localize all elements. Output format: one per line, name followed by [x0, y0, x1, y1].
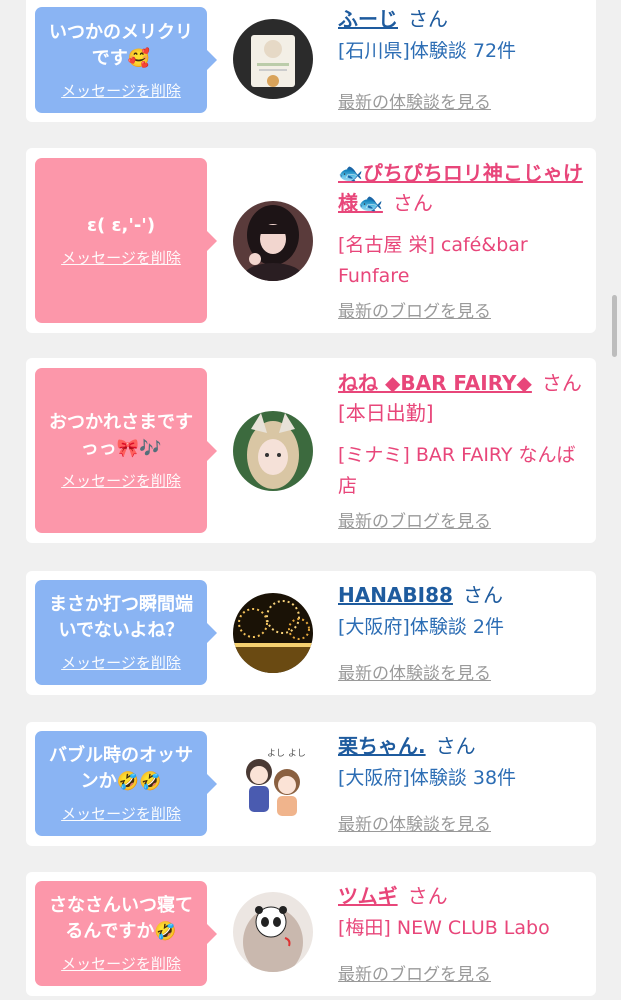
- message-card: いつかのメリクリです🥰 メッセージを削除 ふーじ さん [石川県]体験談 72件 …: [26, 0, 596, 122]
- message-text: おつかれさまですっっ🎀🎶: [49, 412, 193, 459]
- user-name-link[interactable]: 🐟ぴちぴちロリ神こじゃけ様🐟: [338, 161, 583, 215]
- status-badge: [本日出勤]: [338, 401, 434, 425]
- delete-message-link[interactable]: メッセージを削除: [61, 247, 181, 268]
- view-latest-link[interactable]: 最新の体験談を見る: [338, 810, 491, 835]
- user-detail: [石川県]体験談 72件: [338, 40, 517, 62]
- message-bubble: おつかれさまですっっ🎀🎶 メッセージを削除: [35, 368, 217, 533]
- delete-message-link[interactable]: メッセージを削除: [61, 652, 181, 673]
- message-bubble: まさか打つ瞬間端いでないよね？ メッセージを削除: [35, 580, 217, 685]
- user-info: HANABI88 さん [大阪府]体験談 2件: [338, 580, 588, 643]
- view-latest-link[interactable]: 最新のブログを見る: [338, 960, 491, 985]
- delete-message-link[interactable]: メッセージを削除: [61, 80, 181, 101]
- cartoon-couple-avatar[interactable]: よし よし: [233, 742, 313, 822]
- user-name-link[interactable]: HANABI88: [338, 583, 453, 607]
- message-card: まさか打つ瞬間端いでないよね？ メッセージを削除 HANABI88 さん [大阪府…: [26, 571, 596, 695]
- honorific: さん: [435, 734, 476, 758]
- message-text: バブル時のオッサンか🤣🤣: [49, 745, 193, 792]
- view-latest-link[interactable]: 最新の体験談を見る: [338, 88, 491, 113]
- message-card: ε( ε,'-') メッセージを削除 🐟ぴちぴちロリ神こじゃけ様🐟 さん [名古屋…: [26, 148, 596, 333]
- panda-face-avatar[interactable]: [233, 892, 313, 972]
- honorific: さん: [407, 884, 448, 908]
- view-latest-link[interactable]: 最新の体験談を見る: [338, 659, 491, 684]
- user-detail: [大阪府]体験談 38件: [338, 767, 517, 789]
- user-detail: [大阪府]体験談 2件: [338, 616, 504, 638]
- user-info: ツムギ さん [梅田] NEW CLUB Labo: [338, 881, 588, 944]
- user-name-link[interactable]: ツムギ: [338, 884, 398, 908]
- user-detail: [梅田] NEW CLUB Labo: [338, 917, 550, 939]
- avatar-caption: よし よし: [267, 748, 306, 759]
- user-detail: [ミナミ] BAR FAIRY なんば店: [338, 444, 576, 497]
- user-info: 🐟ぴちぴちロリ神こじゃけ様🐟 さん [名古屋 栄] café&bar Funfar…: [338, 158, 588, 292]
- user-info: 栗ちゃん. さん [大阪府]体験談 38件: [338, 731, 588, 794]
- message-bubble: バブル時のオッサンか🤣🤣 メッセージを削除: [35, 731, 217, 836]
- message-card: さなさんいつ寝てるんですか🤣 メッセージを削除 ツムギ さん [梅田] NEW C…: [26, 872, 596, 996]
- user-name-link[interactable]: 栗ちゃん.: [338, 734, 426, 758]
- message-bubble: さなさんいつ寝てるんですか🤣 メッセージを削除: [35, 881, 217, 986]
- message-bubble: ε( ε,'-') メッセージを削除: [35, 158, 217, 323]
- cat-card-avatar[interactable]: [233, 19, 313, 99]
- honorific: さん: [462, 583, 503, 607]
- message-text: いつかのメリクリです🥰: [49, 21, 193, 69]
- view-latest-link[interactable]: 最新のブログを見る: [338, 507, 491, 532]
- scrollbar-thumb[interactable]: [612, 295, 617, 357]
- girl-photo-avatar[interactable]: [233, 201, 313, 281]
- delete-message-link[interactable]: メッセージを削除: [61, 803, 181, 824]
- delete-message-link[interactable]: メッセージを削除: [61, 470, 181, 491]
- user-name-link[interactable]: ねね ◆BAR FAIRY◆: [338, 371, 532, 395]
- message-card: バブル時のオッサンか🤣🤣 メッセージを削除 よし よし 栗ちゃん. さん [大阪府…: [26, 722, 596, 846]
- user-detail: [名古屋 栄] café&bar Funfare: [338, 234, 528, 287]
- message-text: さなさんいつ寝てるんですか🤣: [49, 895, 193, 942]
- user-name-link[interactable]: ふーじ: [338, 7, 398, 31]
- honorific: さん: [408, 7, 448, 31]
- message-text: ε( ε,'-'): [86, 215, 156, 236]
- user-info: ねね ◆BAR FAIRY◆ さん [本日出勤] [ミナミ] BAR FAIRY な…: [338, 368, 588, 502]
- fireworks-avatar[interactable]: [233, 593, 313, 673]
- honorific: さん: [392, 191, 433, 215]
- message-bubble: いつかのメリクリです🥰 メッセージを削除: [35, 7, 217, 113]
- message-text: まさか打つ瞬間端いでないよね？: [49, 594, 193, 641]
- honorific: さん: [541, 371, 582, 395]
- delete-message-link[interactable]: メッセージを削除: [61, 953, 181, 974]
- girl-cat-filter-avatar[interactable]: [233, 411, 313, 491]
- message-card: おつかれさまですっっ🎀🎶 メッセージを削除 ねね ◆BAR FAIRY◆ さん [本…: [26, 358, 596, 543]
- user-info: ふーじ さん [石川県]体験談 72件: [338, 4, 588, 67]
- view-latest-link[interactable]: 最新のブログを見る: [338, 297, 491, 322]
